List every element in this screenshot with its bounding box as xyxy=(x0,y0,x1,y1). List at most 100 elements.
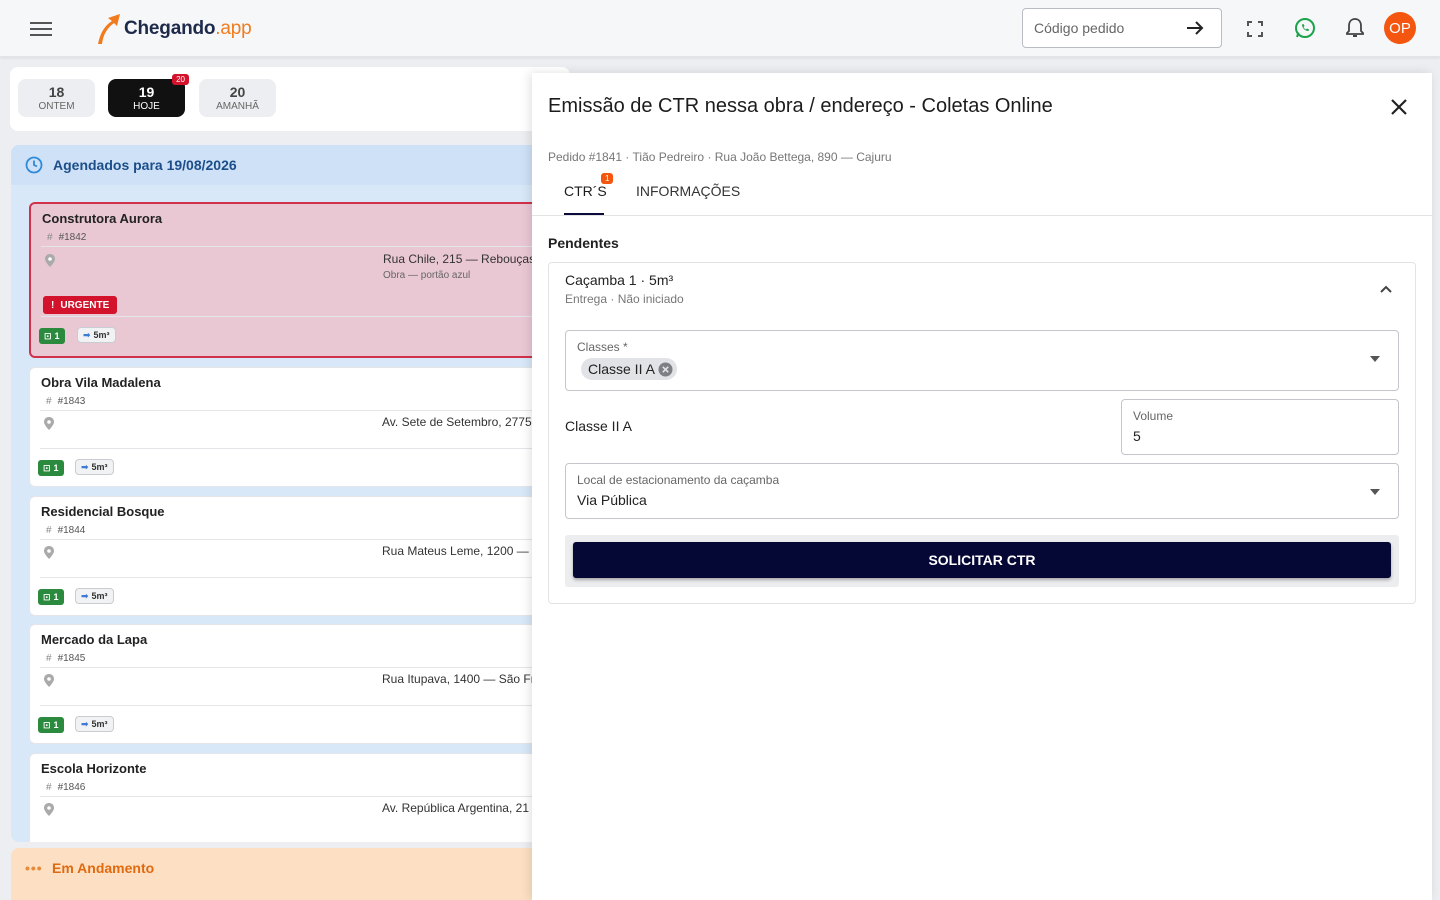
order-code-search[interactable] xyxy=(1022,8,1222,48)
container-icon: ⊡ xyxy=(43,719,51,730)
date-chip-day: 20 xyxy=(229,84,246,100)
dropdown-arrow-icon[interactable] xyxy=(1369,486,1381,498)
urgent-tag: ! URGENTE xyxy=(43,296,118,314)
container-size: 5m³ xyxy=(91,719,108,729)
order-code-input[interactable] xyxy=(1034,20,1174,36)
date-chip-label: AMANHÃ xyxy=(216,101,259,112)
divider xyxy=(40,577,568,578)
container-size-badge: ➡ 5m³ xyxy=(77,327,116,343)
remove-chip-icon[interactable] xyxy=(658,362,673,377)
tab-active-indicator xyxy=(564,213,604,215)
panel-subtitle: Pedido #1841 · Tião Pedreiro · Rua João … xyxy=(548,150,892,164)
order-address: Rua Itupava, 1400 — São Fr xyxy=(382,672,535,686)
container-status: Entrega · Não iniciado xyxy=(565,292,684,306)
order-card[interactable]: Obra Vila Madalena # #1843 Av. Sete de Se… xyxy=(29,367,569,487)
order-address: Rua Chile, 215 — Rebouças xyxy=(383,252,536,266)
tab-ctrs[interactable]: CTR´S xyxy=(564,183,607,199)
order-card[interactable]: Mercado da Lapa # #1845 Rua Itupava, 1400… xyxy=(29,624,569,744)
order-number-text: #1842 xyxy=(58,232,87,243)
order-number: # #1845 xyxy=(46,653,86,664)
container-size: 5m³ xyxy=(91,591,108,601)
date-chip-label: ONTEM xyxy=(38,101,75,112)
container-size-badge: ➡ 5m³ xyxy=(75,588,114,604)
order-number: # #1842 xyxy=(47,232,87,243)
container-card: Caçamba 1 · 5m³ Entrega · Não iniciado C… xyxy=(548,262,1416,604)
scheduled-list: Agendados para 19/08/2026 Construtora Au… xyxy=(11,145,571,842)
order-number-text: #1843 xyxy=(57,396,86,407)
parking-location-select[interactable]: Local de estacionamento da caçamba Via P… xyxy=(565,463,1399,519)
divider xyxy=(40,796,568,797)
order-client-name: Mercado da Lapa xyxy=(41,632,148,647)
date-chip-tomorrow[interactable]: 20 AMANHÃ xyxy=(199,79,276,117)
fullscreen-icon[interactable] xyxy=(1245,19,1265,39)
date-chip-today[interactable]: 19 HOJE 20 xyxy=(108,74,189,117)
chevron-up-icon[interactable] xyxy=(1377,280,1395,298)
order-client-name: Escola Horizonte xyxy=(41,761,147,776)
parking-location-label: Local de estacionamento da caçamba xyxy=(577,473,780,487)
tab-label: CTR´S xyxy=(564,183,607,199)
truck-icon: ➡ xyxy=(83,329,91,340)
order-address: Av. Sete de Setembro, 2775 xyxy=(382,415,532,429)
orders-count-badge: 20 xyxy=(172,74,189,85)
container-size: 5m³ xyxy=(93,330,110,340)
whatsapp-icon[interactable] xyxy=(1293,16,1317,40)
order-client-name: Construtora Aurora xyxy=(42,211,163,226)
date-chip-label: HOJE xyxy=(133,101,160,112)
selected-class-chip[interactable]: Classe II A xyxy=(581,358,677,380)
ctr-panel: Emissão de CTR nessa obra / endereço - C… xyxy=(532,73,1432,900)
divider xyxy=(40,539,568,540)
classes-select[interactable]: Classes * Classe II A xyxy=(565,330,1399,391)
scheduled-header: Agendados para 19/08/2026 xyxy=(11,145,571,185)
location-pin-icon xyxy=(44,546,54,559)
close-icon[interactable] xyxy=(1389,97,1409,117)
scheduled-title: Agendados para 19/08/2026 xyxy=(53,157,237,173)
order-card[interactable]: Residencial Bosque # #1844 Rua Mateus Lem… xyxy=(29,496,569,616)
order-address-note: Obra — portão azul xyxy=(383,270,471,281)
dropdown-arrow-icon[interactable] xyxy=(1369,353,1381,365)
urgent-label: URGENTE xyxy=(60,299,110,311)
arrow-right-icon[interactable] xyxy=(1185,18,1205,38)
order-card[interactable]: Escola Horizonte # #1846 Av. República Ar… xyxy=(29,753,569,842)
container-count: 1 xyxy=(53,592,59,602)
order-address: Av. República Argentina, 21 xyxy=(382,801,529,815)
menu-icon[interactable] xyxy=(30,19,52,37)
container-icon: ⊡ xyxy=(43,591,51,602)
container-count-badge: ⊡ 1 xyxy=(38,717,64,733)
class-row-label: Classe II A xyxy=(565,418,632,434)
order-card[interactable]: Construtora Aurora # #1842 Rua Chile, 215… xyxy=(29,202,569,358)
volume-field[interactable]: Volume 5 xyxy=(1121,399,1399,455)
avatar[interactable]: OP xyxy=(1384,12,1416,44)
in-progress-section[interactable]: ••• Em Andamento xyxy=(11,848,571,900)
location-pin-icon xyxy=(44,417,54,430)
container-count-badge: ⊡ 1 xyxy=(38,460,64,476)
classes-label: Classes * xyxy=(577,340,628,354)
bell-icon[interactable] xyxy=(1345,17,1365,39)
container-title: Caçamba 1 · 5m³ xyxy=(565,272,674,288)
section-label: Pendentes xyxy=(548,235,619,251)
volume-value[interactable]: 5 xyxy=(1133,428,1141,444)
divider xyxy=(40,410,568,411)
container-count: 1 xyxy=(53,720,59,730)
top-bar: Chegando.app OP xyxy=(0,0,1440,57)
date-chip-yesterday[interactable]: 18 ONTEM xyxy=(18,79,95,117)
truck-icon: ➡ xyxy=(81,590,89,601)
container-size: 5m³ xyxy=(91,462,108,472)
divider xyxy=(40,448,568,449)
container-count-badge: ⊡ 1 xyxy=(38,589,64,605)
order-number-text: #1845 xyxy=(57,653,86,664)
selected-class-text: Classe II A xyxy=(588,361,655,377)
panel-title: Emissão de CTR nessa obra / endereço - C… xyxy=(548,95,1053,117)
container-count: 1 xyxy=(53,463,59,473)
order-number-text: #1844 xyxy=(57,525,86,536)
tab-badge: 1 xyxy=(601,173,614,184)
container-size-badge: ➡ 5m³ xyxy=(75,459,114,475)
exclamation-icon: ! xyxy=(51,299,55,311)
container-count-badge: ⊡ 1 xyxy=(39,328,65,344)
location-pin-icon xyxy=(45,254,55,267)
tab-informacoes[interactable]: INFORMAÇÕES xyxy=(636,183,740,199)
request-ctr-button[interactable]: SOLICITAR CTR xyxy=(573,542,1391,578)
location-pin-icon xyxy=(44,674,54,687)
logo[interactable]: Chegando.app xyxy=(94,12,252,46)
panel-tabs: CTR´S 1 INFORMAÇÕES xyxy=(532,173,1432,216)
divider xyxy=(41,316,567,317)
